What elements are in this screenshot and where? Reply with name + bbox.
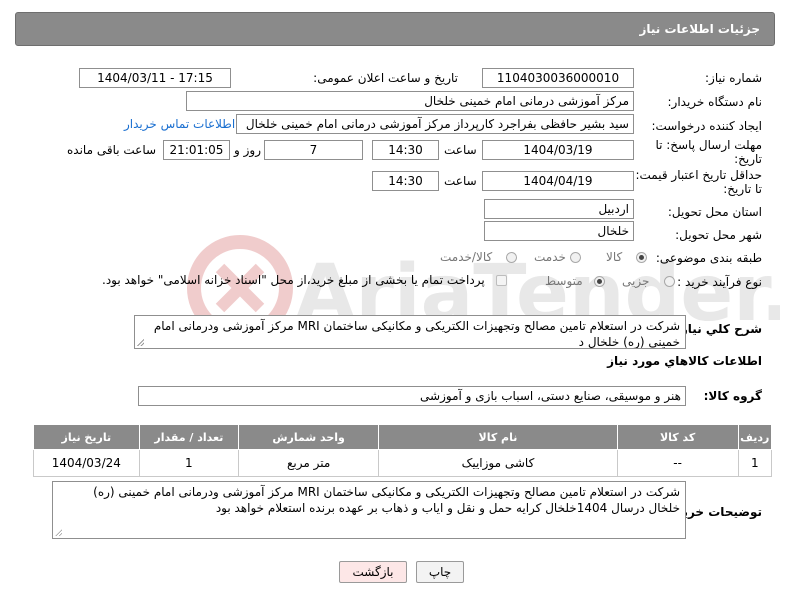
process-option-minor: جزیی (622, 274, 650, 288)
goods-group-label: گروه کالا: (703, 389, 762, 403)
deadline-label-line2: تاریخ: (734, 152, 762, 166)
announce-date-label: تاریخ و ساعت اعلان عمومی: (313, 71, 458, 85)
description-textarea[interactable]: شرکت در استعلام تامین مصالح وتجهیزات الک… (134, 315, 686, 349)
items-table: ردیف کد کالا نام کالا واحد شمارش تعداد /… (33, 424, 773, 477)
remaining-time-field[interactable]: 21:01:05 (163, 140, 230, 160)
province-field[interactable]: اردبیل (484, 199, 634, 219)
cell-quantity: 1 (138, 449, 240, 477)
request-creator-field[interactable]: سید بشیر حافظی بفراجرد کارپرداز مرکز آمو… (236, 114, 634, 134)
price-validity-date-field[interactable]: 1404/04/19 (482, 171, 634, 191)
resize-grip-icon[interactable] (55, 529, 62, 536)
col-unit: واحد شمارش (238, 424, 380, 450)
table-row: 1 -- کاشی موزاییک متر مربع 1 1404/03/24 (33, 449, 773, 477)
buyer-org-label: نام دستگاه خریدار: (667, 95, 763, 109)
description-text: شرکت در استعلام تامین مصالح وتجهیزات الک… (153, 319, 680, 349)
price-validity-time-field[interactable]: 14:30 (372, 171, 439, 191)
buyer-notes-textarea[interactable]: شرکت در استعلام تامین مصالح وتجهیزات الک… (52, 481, 686, 539)
details-panel-header: جزئیات اطلاعات نیاز (15, 12, 775, 46)
process-option-medium: متوسط (545, 274, 583, 288)
goods-section-title: اطلاعات کالاهاي مورد نياز (607, 354, 762, 368)
treasury-payment-checkbox[interactable] (496, 275, 507, 286)
category-radio-service[interactable] (570, 252, 581, 263)
category-radio-goods-service[interactable] (506, 252, 517, 263)
panel-title: جزئیات اطلاعات نیاز (639, 22, 760, 36)
days-field[interactable]: 7 (264, 140, 363, 160)
remaining-time-label: ساعت باقی مانده (67, 143, 157, 157)
city-field[interactable]: خلخال (484, 221, 634, 241)
need-number-label: شماره نیاز: (705, 71, 762, 85)
category-option-goods: کالا (606, 250, 623, 264)
back-button[interactable]: بازگشت (339, 561, 407, 583)
category-option-service: خدمت (534, 250, 566, 264)
deadline-date-field[interactable]: 1404/03/19 (482, 140, 634, 160)
category-label: طبقه بندی موضوعی: (655, 251, 762, 265)
print-button[interactable]: چاپ (416, 561, 464, 583)
category-radio-goods[interactable] (636, 252, 647, 263)
items-table-header: ردیف کد کالا نام کالا واحد شمارش تعداد /… (33, 424, 773, 450)
price-validity-label-line1: حداقل تاریخ اعتبار قیمت: (635, 168, 762, 182)
need-number-field[interactable]: 1104030036000010 (482, 68, 634, 88)
goods-group-field[interactable]: هنر و موسیقی، صنایع دستی، اسباب بازی و آ… (138, 386, 686, 406)
days-label: روز و (234, 143, 261, 157)
cell-item-name: کاشی موزاییک (378, 449, 618, 477)
buyer-notes-text: شرکت در استعلام تامین مصالح وتجهیزات الک… (93, 485, 680, 515)
cell-item-code: -- (616, 449, 739, 477)
request-creator-label: ایجاد کننده درخواست: (651, 119, 762, 133)
process-radio-medium[interactable] (594, 276, 605, 287)
process-radio-minor[interactable] (664, 276, 675, 287)
price-validity-time-label: ساعت (444, 174, 477, 188)
cell-unit: متر مربع (238, 449, 380, 477)
buyer-org-field[interactable]: مرکز آموزشی درمانی امام خمینی خلخال (186, 91, 634, 111)
buyer-contact-link[interactable]: اطلاعات تماس خریدار (124, 117, 235, 131)
cell-need-date: 1404/03/24 (33, 449, 140, 477)
province-label: استان محل تحویل: (667, 205, 762, 219)
announce-date-field[interactable]: 1404/03/11 - 17:15 (79, 68, 231, 88)
col-quantity: تعداد / مقدار (138, 424, 240, 450)
purchase-process-label: نوع فرآیند خرید : (677, 275, 762, 289)
description-label: شرح کلي نياز: (676, 322, 762, 336)
deadline-time-label: ساعت (444, 143, 477, 157)
col-need-date: تاریخ نیاز (33, 424, 140, 450)
col-item-code: کد کالا (616, 424, 739, 450)
cell-row-number: 1 (737, 449, 773, 477)
city-label: شهر محل تحویل: (675, 228, 762, 242)
price-validity-label-line2: تا تاریخ: (723, 182, 762, 196)
deadline-time-field[interactable]: 14:30 (372, 140, 439, 160)
treasury-payment-note: پرداخت تمام یا بخشی از مبلغ خرید،از محل … (102, 273, 485, 287)
col-row-number: ردیف (737, 424, 773, 450)
deadline-label-line1: مهلت ارسال پاسخ: تا (655, 138, 762, 152)
category-option-goods-service: کالا/خدمت (440, 250, 493, 264)
col-item-name: نام کالا (378, 424, 618, 450)
resize-grip-icon[interactable] (137, 339, 144, 346)
